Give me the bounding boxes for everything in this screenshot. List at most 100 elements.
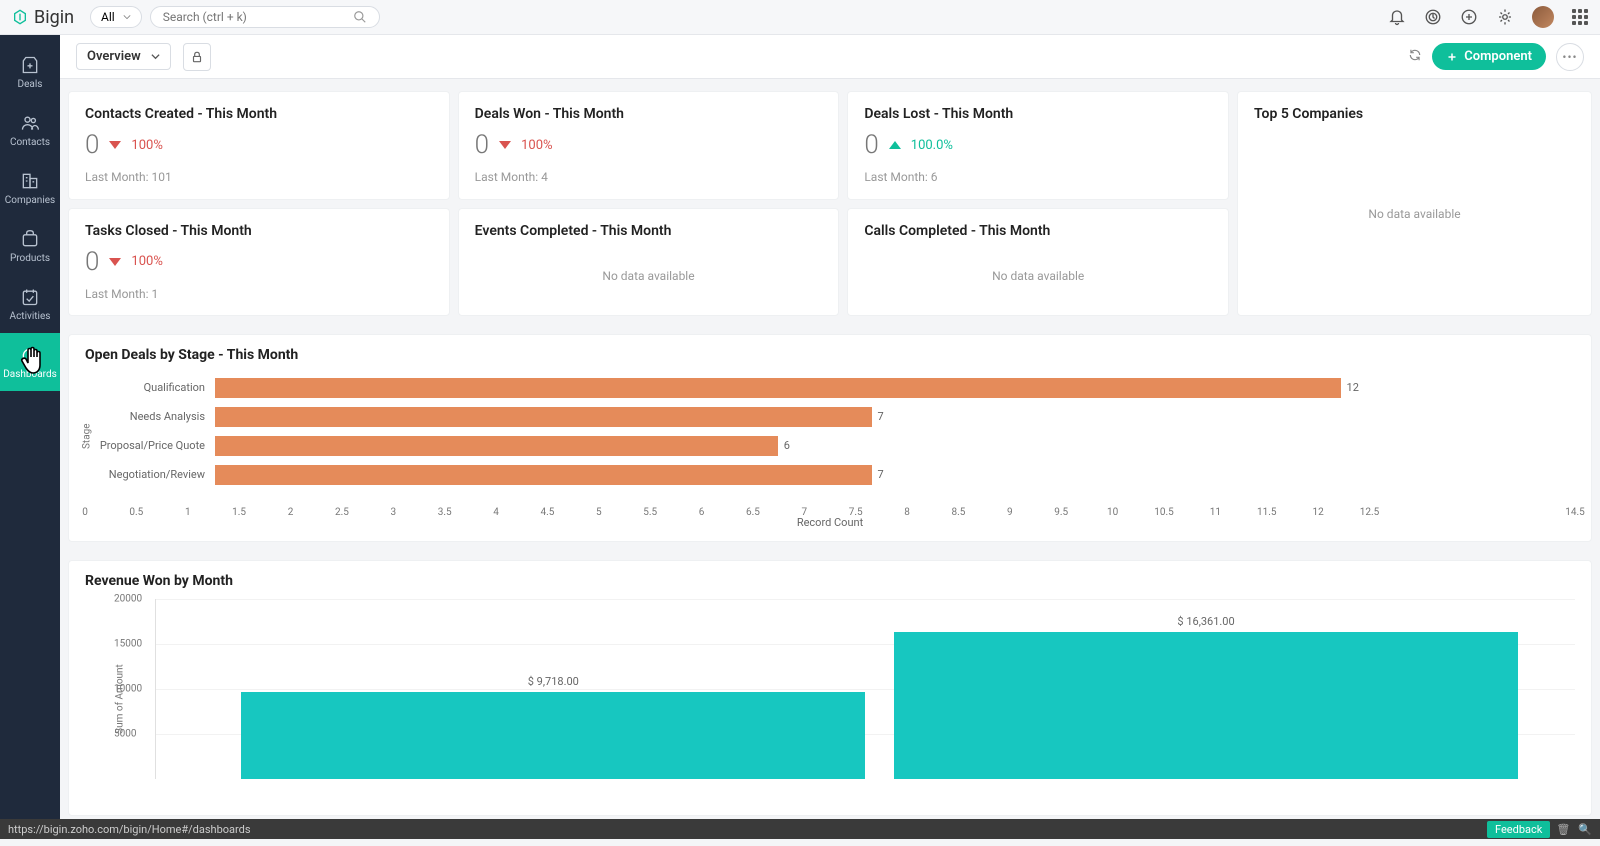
nav-label: Activities: [10, 311, 51, 322]
card-contacts-created[interactable]: Contacts Created - This Month 0 100% Las…: [68, 91, 450, 200]
chart-xlabel: Record Count: [797, 516, 863, 529]
card-title: Events Completed - This Month: [475, 223, 823, 239]
avatar[interactable]: [1532, 6, 1554, 28]
main-area: Overview Component ••• Contacts Created …: [60, 35, 1600, 816]
stat-value: 0: [85, 247, 99, 277]
plus-circle-icon[interactable]: [1460, 8, 1478, 26]
trend-down-icon: [109, 258, 121, 266]
xtick: 9: [1007, 507, 1013, 518]
search-input[interactable]: [163, 10, 353, 24]
bar-category: Negotiation/Review: [85, 468, 205, 481]
xtick: 5: [596, 507, 602, 518]
header-actions: [1388, 6, 1588, 28]
xtick: 12.5: [1360, 507, 1380, 518]
bar-category: Needs Analysis: [85, 410, 205, 423]
chart-open-deals-stage[interactable]: Open Deals by Stage - This Month Stage Q…: [68, 334, 1592, 542]
nav-products[interactable]: Products: [0, 217, 60, 275]
status-url: https://bigin.zoho.com/bigin/Home#/dashb…: [0, 823, 500, 836]
app-logo[interactable]: Bigin: [12, 7, 74, 28]
bar[interactable]: [241, 692, 865, 779]
view-dropdown[interactable]: Overview: [76, 43, 171, 70]
scope-dropdown[interactable]: All: [90, 6, 142, 28]
add-component-button[interactable]: Component: [1432, 43, 1546, 70]
xtick: 6: [699, 507, 705, 518]
bar[interactable]: [215, 465, 872, 485]
view-label: Overview: [87, 49, 141, 64]
card-title: Calls Completed - This Month: [864, 223, 1212, 239]
stat-pct: 100%: [521, 138, 552, 153]
card-title: Contacts Created - This Month: [85, 106, 433, 122]
xtick: 3: [390, 507, 396, 518]
card-title: Tasks Closed - This Month: [85, 223, 433, 239]
nav-label: Contacts: [10, 137, 50, 148]
nav-companies[interactable]: Companies: [0, 159, 60, 217]
xtick: 8.5: [951, 507, 965, 518]
trend-down-icon: [109, 141, 121, 149]
bar[interactable]: [215, 378, 1341, 398]
component-label: Component: [1464, 49, 1532, 64]
card-title: Top 5 Companies: [1254, 106, 1575, 122]
stat-pct: 100.0%: [911, 138, 953, 153]
plus-icon: [1446, 51, 1458, 63]
xtick: 14.5: [1565, 507, 1585, 518]
stat-pct: 100%: [131, 138, 162, 153]
bar-category: Qualification: [85, 381, 205, 394]
trash-icon[interactable]: 🗑: [1556, 823, 1570, 836]
xtick: 3.5: [438, 507, 452, 518]
card-deals-lost[interactable]: Deals Lost - This Month 0 100.0% Last Mo…: [847, 91, 1229, 200]
stat-last: Last Month: 1: [85, 287, 433, 301]
bar-value-label: $ 9,718.00: [528, 675, 579, 688]
ytick: 15000: [114, 639, 142, 650]
stat-pct: 100%: [131, 254, 162, 269]
card-deals-won[interactable]: Deals Won - This Month 0 100% Last Month…: [458, 91, 840, 200]
bar-value: 7: [878, 410, 884, 423]
no-data-text: No data available: [475, 269, 823, 283]
lock-button[interactable]: [183, 43, 211, 71]
zoom-icon[interactable]: 🔍: [1578, 823, 1592, 836]
bar[interactable]: [215, 436, 778, 456]
card-top5-companies[interactable]: Top 5 Companies No data available: [1237, 91, 1592, 316]
xtick: 2.5: [335, 507, 349, 518]
xtick: 10: [1107, 507, 1118, 518]
lock-icon: [190, 50, 204, 64]
left-nav: Deals Contacts Companies Products Activi…: [0, 35, 60, 839]
bar-value: 6: [784, 439, 790, 452]
stat-last: Last Month: 6: [864, 170, 1212, 184]
feedback-button[interactable]: Feedback: [1487, 821, 1550, 838]
sub-header: Overview Component •••: [60, 35, 1600, 79]
card-tasks-closed[interactable]: Tasks Closed - This Month 0 100% Last Mo…: [68, 208, 450, 317]
bell-icon[interactable]: [1388, 8, 1406, 26]
xtick: 6.5: [746, 507, 760, 518]
bar-category: Proposal/Price Quote: [85, 439, 205, 452]
nav-dashboards[interactable]: Dashboards: [0, 333, 60, 391]
nav-contacts[interactable]: Contacts: [0, 101, 60, 159]
nav-deals[interactable]: Deals: [0, 43, 60, 101]
card-events-completed[interactable]: Events Completed - This Month No data av…: [458, 208, 840, 317]
search-icon: [353, 10, 367, 24]
chart-revenue-month[interactable]: Revenue Won by Month Sum of Amount 50001…: [68, 560, 1592, 816]
refresh-icon: [1408, 48, 1422, 62]
clock-icon[interactable]: [1424, 8, 1442, 26]
bar-value: 7: [878, 468, 884, 481]
card-calls-completed[interactable]: Calls Completed - This Month No data ava…: [847, 208, 1229, 317]
stat-last: Last Month: 4: [475, 170, 823, 184]
refresh-button[interactable]: [1408, 47, 1422, 66]
search-box[interactable]: [150, 6, 380, 28]
card-title: Deals Lost - This Month: [864, 106, 1212, 122]
ytick: 20000: [114, 594, 142, 605]
nav-activities[interactable]: Activities: [0, 275, 60, 333]
stat-value: 0: [475, 130, 489, 160]
stat-last: Last Month: 101: [85, 170, 433, 184]
nav-label: Products: [10, 253, 50, 264]
bar[interactable]: [894, 632, 1518, 779]
apps-icon[interactable]: [1572, 9, 1588, 25]
xtick: 0: [82, 507, 88, 518]
trend-down-icon: [499, 141, 511, 149]
xtick: 4.5: [540, 507, 554, 518]
bar[interactable]: [215, 407, 872, 427]
gear-icon[interactable]: [1496, 8, 1514, 26]
more-button[interactable]: •••: [1556, 43, 1584, 71]
stat-value: 0: [85, 130, 99, 160]
chart-title: Open Deals by Stage - This Month: [85, 347, 1575, 363]
xtick: 1: [185, 507, 191, 518]
